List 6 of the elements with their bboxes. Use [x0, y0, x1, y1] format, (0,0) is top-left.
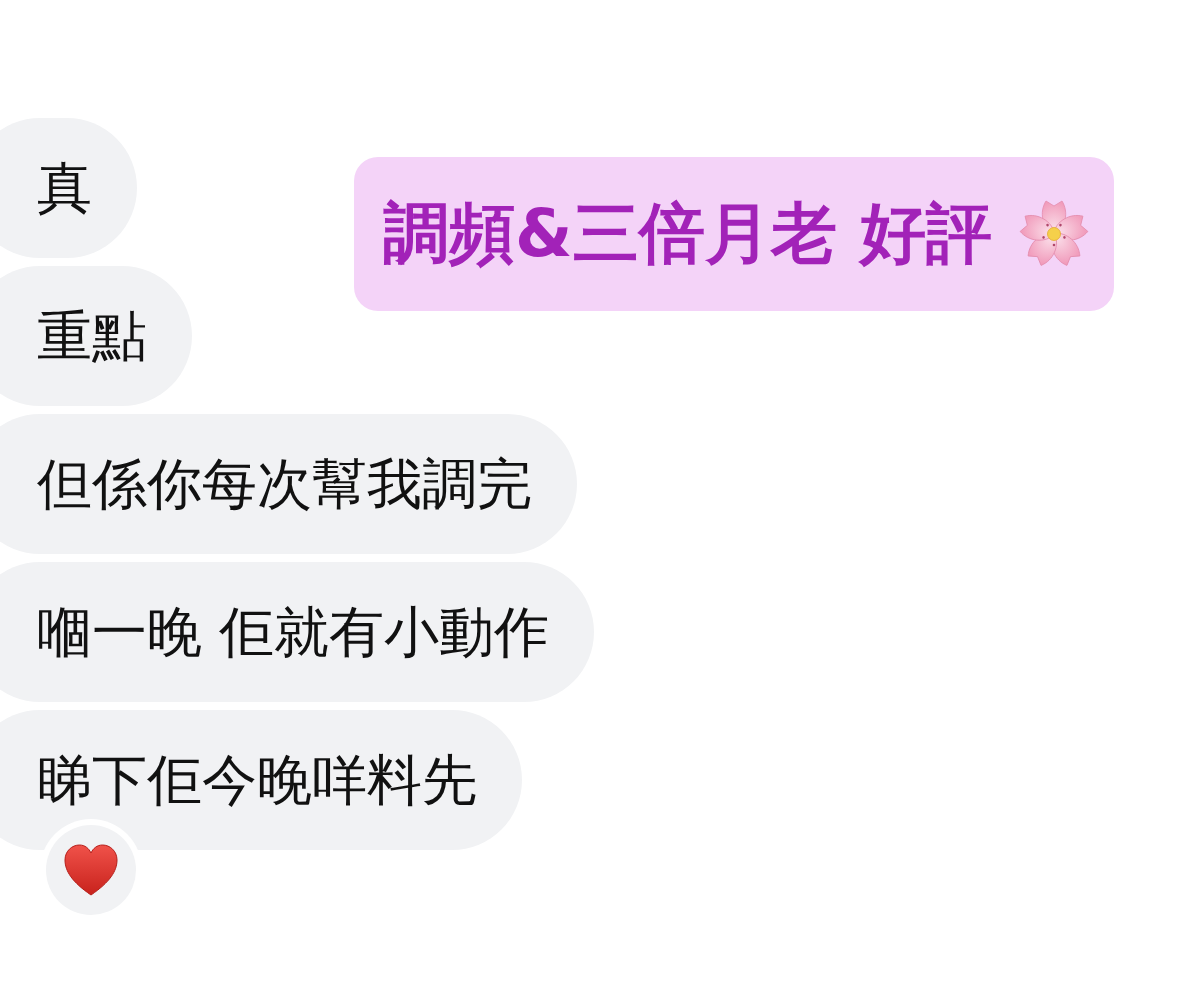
message-bubble: 重點 [0, 266, 192, 406]
message-bubble: 睇下佢今晚咩料先 [0, 710, 522, 850]
message-bubble: 但係你每次幫我調完 [0, 414, 577, 554]
message-bubble: 真 [0, 118, 137, 258]
message-bubble: 嗰一晚 佢就有小動作 [0, 562, 595, 702]
caption-text: 調頻&三倍月老 好評 [383, 195, 992, 273]
